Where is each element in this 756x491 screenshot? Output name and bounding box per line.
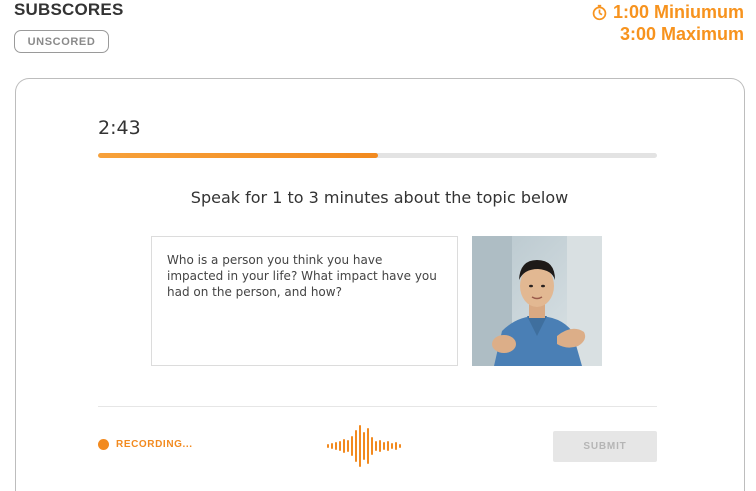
progress-fill: [98, 153, 378, 158]
max-time-row: 3:00 Maximum: [591, 23, 744, 45]
divider: [98, 406, 657, 407]
speaker-photo: [472, 236, 602, 366]
speaking-task-card: 2:43 Speak for 1 to 3 minutes about the …: [15, 78, 745, 491]
topic-prompt: Who is a person you think you have impac…: [151, 236, 458, 366]
person-image: [472, 236, 602, 366]
recording-label: RECORDING...: [116, 439, 193, 450]
progress-bar: [98, 153, 657, 158]
submit-button[interactable]: SUBMIT: [553, 431, 657, 462]
subscores-title: SUBSCORES: [14, 0, 124, 19]
max-time-label: 3:00 Maximum: [619, 24, 744, 44]
countdown-timer: 2:43: [98, 117, 141, 139]
recording-dot-icon: [98, 439, 109, 450]
unscored-badge: UNSCORED: [14, 30, 109, 53]
min-time-label: 1:00 Miniumum: [612, 2, 744, 22]
task-instruction: Speak for 1 to 3 minutes about the topic…: [190, 188, 569, 207]
recording-indicator: RECORDING...: [98, 439, 193, 450]
min-time-row: 1:00 Miniumum: [591, 1, 744, 23]
stopwatch-icon: [592, 4, 607, 20]
audio-waveform-icon: [327, 425, 401, 467]
time-limits: 1:00 Miniumum 3:00 Maximum: [591, 1, 744, 45]
